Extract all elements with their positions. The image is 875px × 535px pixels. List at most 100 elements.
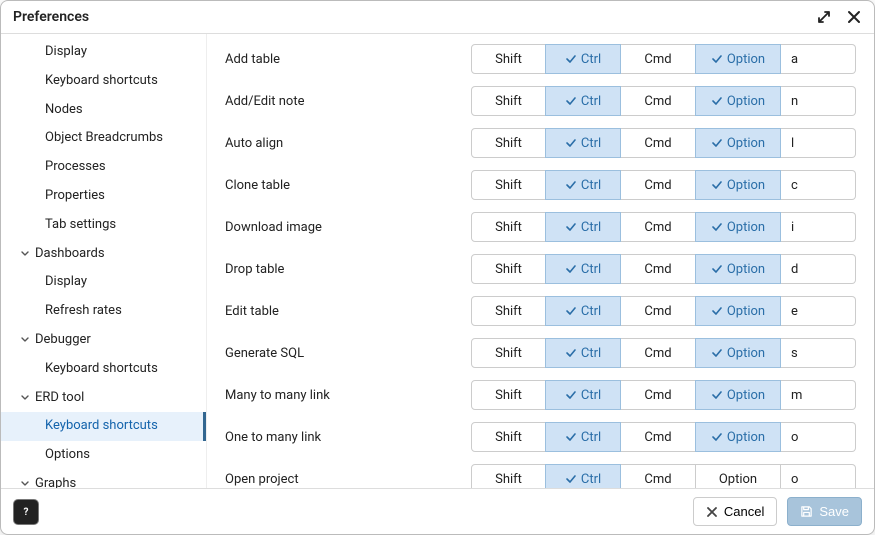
cmd-toggle[interactable]: Cmd: [620, 254, 696, 284]
sidebar-section-dashboards[interactable]: Dashboards: [1, 240, 206, 269]
dialog-body: DisplayKeyboard shortcutsNodesObject Bre…: [1, 34, 874, 488]
check-icon: [711, 179, 723, 191]
sidebar[interactable]: DisplayKeyboard shortcutsNodesObject Bre…: [1, 34, 207, 488]
key-value: d: [791, 262, 798, 277]
cmd-toggle[interactable]: Cmd: [620, 422, 696, 452]
sidebar-section-graphs[interactable]: Graphs: [1, 470, 206, 488]
key-input[interactable]: e: [781, 296, 856, 326]
option-toggle[interactable]: Option: [695, 464, 781, 488]
key-input[interactable]: s: [781, 338, 856, 368]
cmd-toggle[interactable]: Cmd: [620, 170, 696, 200]
sidebar-item[interactable]: Display: [1, 38, 206, 67]
sidebar-item[interactable]: Keyboard shortcuts: [1, 355, 206, 384]
key-input[interactable]: o: [781, 464, 856, 488]
cmd-label: Cmd: [644, 94, 671, 109]
option-toggle[interactable]: Option: [695, 44, 781, 74]
sidebar-item[interactable]: Tab settings: [1, 211, 206, 240]
shift-toggle[interactable]: Shift: [471, 254, 546, 284]
ctrl-toggle[interactable]: Ctrl: [545, 128, 621, 158]
key-input[interactable]: i: [781, 212, 856, 242]
key-input[interactable]: n: [781, 86, 856, 116]
shift-label: Shift: [495, 262, 522, 277]
ctrl-toggle[interactable]: Ctrl: [545, 254, 621, 284]
shift-toggle[interactable]: Shift: [471, 86, 546, 116]
title-bar: Preferences: [1, 1, 874, 34]
key-input[interactable]: o: [781, 422, 856, 452]
sidebar-item[interactable]: Properties: [1, 182, 206, 211]
shift-toggle[interactable]: Shift: [471, 422, 546, 452]
cmd-toggle[interactable]: Cmd: [620, 380, 696, 410]
sidebar-item[interactable]: Display: [1, 268, 206, 297]
shift-toggle[interactable]: Shift: [471, 44, 546, 74]
cmd-toggle[interactable]: Cmd: [620, 338, 696, 368]
sidebar-section-erd-tool[interactable]: ERD tool: [1, 384, 206, 413]
option-label: Option: [727, 430, 765, 445]
cmd-toggle[interactable]: Cmd: [620, 212, 696, 242]
key-input[interactable]: c: [781, 170, 856, 200]
option-toggle[interactable]: Option: [695, 296, 781, 326]
option-toggle[interactable]: Option: [695, 338, 781, 368]
sidebar-item[interactable]: Object Breadcrumbs: [1, 124, 206, 153]
key-input[interactable]: d: [781, 254, 856, 284]
content-panel[interactable]: Add tableShiftCtrlCmdOptionaAdd/Edit not…: [207, 34, 874, 488]
cmd-toggle[interactable]: Cmd: [620, 128, 696, 158]
shift-toggle[interactable]: Shift: [471, 464, 546, 488]
key-input[interactable]: m: [781, 380, 856, 410]
sidebar-item[interactable]: Refresh rates: [1, 297, 206, 326]
shortcut-label: Download image: [225, 220, 471, 235]
key-value: m: [791, 388, 802, 403]
maximize-icon[interactable]: [816, 9, 832, 25]
key-input[interactable]: l: [781, 128, 856, 158]
sidebar-item-label: Refresh rates: [45, 301, 122, 322]
sidebar-item-label: Options: [45, 445, 90, 466]
cmd-toggle[interactable]: Cmd: [620, 86, 696, 116]
sidebar-item[interactable]: Processes: [1, 153, 206, 182]
cancel-button[interactable]: Cancel: [693, 497, 777, 526]
shift-label: Shift: [495, 346, 522, 361]
sidebar-item[interactable]: Keyboard shortcuts: [1, 67, 206, 96]
option-toggle[interactable]: Option: [695, 86, 781, 116]
shift-toggle[interactable]: Shift: [471, 380, 546, 410]
shift-toggle[interactable]: Shift: [471, 128, 546, 158]
cmd-label: Cmd: [644, 220, 671, 235]
shift-toggle[interactable]: Shift: [471, 212, 546, 242]
ctrl-toggle[interactable]: Ctrl: [545, 464, 621, 488]
shift-toggle[interactable]: Shift: [471, 170, 546, 200]
ctrl-toggle[interactable]: Ctrl: [545, 338, 621, 368]
sidebar-item[interactable]: Nodes: [1, 96, 206, 125]
shift-label: Shift: [495, 94, 522, 109]
check-icon: [711, 263, 723, 275]
help-button[interactable]: ?: [13, 499, 39, 525]
option-toggle[interactable]: Option: [695, 380, 781, 410]
sidebar-item[interactable]: Options: [1, 441, 206, 470]
cmd-toggle[interactable]: Cmd: [620, 44, 696, 74]
ctrl-toggle[interactable]: Ctrl: [545, 212, 621, 242]
ctrl-toggle[interactable]: Ctrl: [545, 296, 621, 326]
sidebar-item[interactable]: Keyboard shortcuts: [1, 412, 206, 441]
option-toggle[interactable]: Option: [695, 128, 781, 158]
option-toggle[interactable]: Option: [695, 170, 781, 200]
key-input[interactable]: a: [781, 44, 856, 74]
shift-toggle[interactable]: Shift: [471, 338, 546, 368]
cancel-label: Cancel: [724, 504, 764, 519]
ctrl-toggle[interactable]: Ctrl: [545, 86, 621, 116]
check-icon: [711, 221, 723, 233]
option-toggle[interactable]: Option: [695, 254, 781, 284]
shift-label: Shift: [495, 220, 522, 235]
cmd-toggle[interactable]: Cmd: [620, 296, 696, 326]
ctrl-toggle[interactable]: Ctrl: [545, 422, 621, 452]
key-value: c: [791, 178, 798, 193]
option-toggle[interactable]: Option: [695, 212, 781, 242]
ctrl-toggle[interactable]: Ctrl: [545, 170, 621, 200]
save-button[interactable]: Save: [787, 497, 862, 526]
option-label: Option: [727, 136, 765, 151]
shift-toggle[interactable]: Shift: [471, 296, 546, 326]
cmd-label: Cmd: [644, 304, 671, 319]
close-icon[interactable]: [846, 9, 862, 25]
shortcut-row: Add/Edit noteShiftCtrlCmdOptionn: [225, 86, 856, 116]
ctrl-toggle[interactable]: Ctrl: [545, 380, 621, 410]
ctrl-toggle[interactable]: Ctrl: [545, 44, 621, 74]
sidebar-section-debugger[interactable]: Debugger: [1, 326, 206, 355]
cmd-toggle[interactable]: Cmd: [620, 464, 696, 488]
option-toggle[interactable]: Option: [695, 422, 781, 452]
